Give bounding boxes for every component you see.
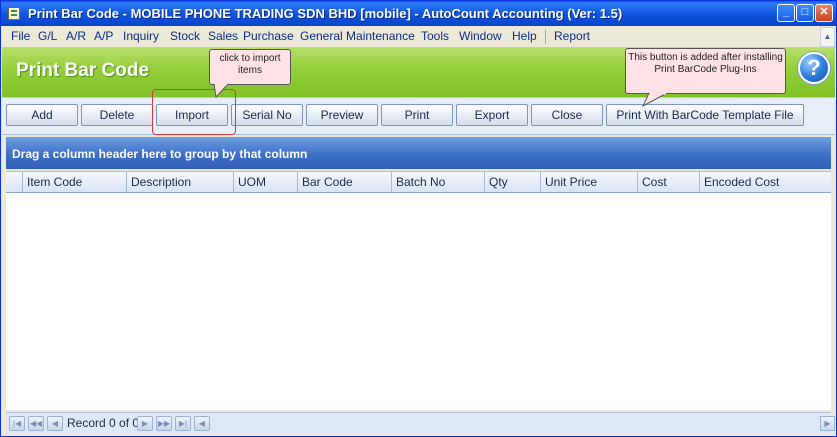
minimize-button[interactable]: _ bbox=[777, 4, 795, 22]
next-page-icon[interactable]: ▶▶ bbox=[156, 416, 172, 431]
export-button[interactable]: Export bbox=[456, 104, 528, 126]
column-item-code[interactable]: Item Code bbox=[23, 172, 127, 192]
menu-purchase[interactable]: Purchase bbox=[243, 29, 294, 43]
menu-inquiry[interactable]: Inquiry bbox=[123, 29, 159, 43]
column-description[interactable]: Description bbox=[127, 172, 234, 192]
chevron-up-icon[interactable]: ▲ bbox=[820, 27, 835, 47]
document-icon[interactable] bbox=[8, 7, 20, 20]
print-with-barcode-template-button[interactable]: Print With BarCode Template File bbox=[606, 104, 804, 126]
menu-bar: File G/L A/R A/P Inquiry Stock Sales Pur… bbox=[1, 26, 836, 47]
preview-button[interactable]: Preview bbox=[306, 104, 378, 126]
help-icon[interactable]: ? bbox=[798, 52, 830, 84]
template-callout: This button is added after installing Pr… bbox=[625, 48, 786, 94]
menu-file[interactable]: File bbox=[11, 29, 30, 43]
menu-tools[interactable]: Tools bbox=[421, 29, 449, 43]
column-unit-price[interactable]: Unit Price bbox=[541, 172, 638, 192]
column-indicator bbox=[6, 172, 23, 192]
page-title: Print Bar Code bbox=[16, 60, 150, 81]
group-by-panel[interactable]: Drag a column header here to group by th… bbox=[6, 137, 831, 169]
close-window-button[interactable]: ✕ bbox=[815, 4, 833, 22]
import-callout: click to import items bbox=[209, 49, 291, 85]
menu-sales[interactable]: Sales bbox=[208, 29, 238, 43]
window-title: Print Bar Code - MOBILE PHONE TRADING SD… bbox=[28, 6, 623, 21]
grid-header: Item Code Description UOM Bar Code Batch… bbox=[6, 171, 831, 193]
prev-page-icon[interactable]: ◀◀ bbox=[28, 416, 44, 431]
delete-button[interactable]: Delete bbox=[81, 104, 153, 126]
column-qty[interactable]: Qty bbox=[485, 172, 541, 192]
column-bar-code[interactable]: Bar Code bbox=[298, 172, 392, 192]
record-count: Record 0 of 0 bbox=[67, 416, 140, 430]
menu-ar[interactable]: A/R bbox=[66, 29, 86, 43]
group-by-hint: Drag a column header here to group by th… bbox=[12, 147, 308, 161]
import-callout-tail bbox=[213, 84, 229, 98]
scroll-left-icon[interactable]: ◀ bbox=[194, 416, 210, 431]
grid-body[interactable] bbox=[6, 193, 831, 410]
add-button[interactable]: Add bbox=[6, 104, 78, 126]
menu-stock[interactable]: Stock bbox=[170, 29, 200, 43]
first-record-icon[interactable]: |◀ bbox=[9, 416, 25, 431]
menu-report[interactable]: Report bbox=[554, 29, 590, 43]
column-cost[interactable]: Cost bbox=[638, 172, 700, 192]
prev-record-icon[interactable]: ◀ bbox=[47, 416, 63, 431]
last-record-icon[interactable]: ▶| bbox=[175, 416, 191, 431]
maximize-button[interactable]: □ bbox=[796, 4, 814, 22]
close-button[interactable]: Close bbox=[531, 104, 603, 126]
template-callout-tail bbox=[641, 93, 668, 107]
next-record-icon[interactable]: ▶ bbox=[137, 416, 153, 431]
column-batch-no[interactable]: Batch No bbox=[392, 172, 485, 192]
serial-no-button[interactable]: Serial No bbox=[231, 104, 303, 126]
scroll-right-icon[interactable]: ▶ bbox=[820, 416, 835, 431]
menu-help[interactable]: Help bbox=[512, 29, 537, 43]
menu-separator bbox=[545, 29, 546, 44]
title-bar[interactable]: Print Bar Code - MOBILE PHONE TRADING SD… bbox=[1, 1, 836, 26]
menu-gl[interactable]: G/L bbox=[38, 29, 57, 43]
app-window: Print Bar Code - MOBILE PHONE TRADING SD… bbox=[0, 0, 837, 437]
menu-window[interactable]: Window bbox=[459, 29, 502, 43]
menu-ap[interactable]: A/P bbox=[94, 29, 113, 43]
column-uom[interactable]: UOM bbox=[234, 172, 298, 192]
column-encoded-cost[interactable]: Encoded Cost bbox=[700, 172, 831, 192]
menu-general-maintenance[interactable]: General Maintenance bbox=[300, 29, 415, 43]
record-navigator: |◀ ◀◀ ◀ Record 0 of 0 ▶ ▶▶ ▶| ◀ ▶ bbox=[6, 412, 835, 433]
print-button[interactable]: Print bbox=[381, 104, 453, 126]
